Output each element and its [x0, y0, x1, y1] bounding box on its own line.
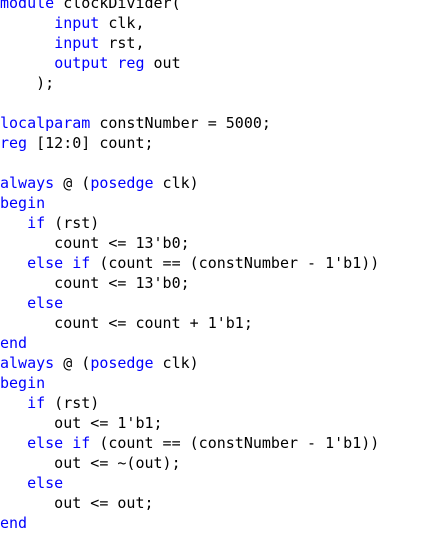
- code-keyword: posedge: [90, 354, 154, 372]
- code-line: else: [0, 473, 379, 493]
- code-text: clk): [153, 174, 199, 192]
- code-line: begin: [0, 373, 379, 393]
- code-line: always @ (posedge clk): [0, 173, 379, 193]
- code-keyword: output: [54, 54, 109, 72]
- code-keyword: else: [27, 474, 64, 492]
- code-keyword: else: [27, 254, 64, 272]
- code-text: [12:0] count;: [27, 134, 154, 152]
- code-text: count <= 13'b0;: [0, 274, 190, 292]
- code-line: output reg out: [0, 53, 379, 73]
- code-block: module clockDivider( input clk, input rs…: [0, 0, 379, 533]
- code-text: clk): [153, 354, 199, 372]
- code-keyword: reg: [117, 54, 145, 72]
- code-line: count <= count + 1'b1;: [0, 313, 379, 333]
- code-line: if (rst): [0, 213, 379, 233]
- code-text: out: [144, 54, 181, 72]
- code-line: else: [0, 293, 379, 313]
- code-text: clockDivider(: [54, 0, 181, 12]
- code-text: rst,: [99, 34, 145, 52]
- code-keyword: module: [0, 0, 55, 12]
- code-line: end: [0, 333, 379, 353]
- code-line: module clockDivider(: [0, 0, 379, 13]
- code-text: (count == (constNumber - 1'b1)): [90, 434, 380, 452]
- code-line: input rst,: [0, 33, 379, 53]
- code-text: count <= count + 1'b1;: [0, 314, 253, 332]
- code-keyword: end: [0, 334, 28, 352]
- code-line: count <= 13'b0;: [0, 273, 379, 293]
- code-line: if (rst): [0, 393, 379, 413]
- code-text: constNumber = 5000;: [90, 114, 271, 132]
- code-line: localparam constNumber = 5000;: [0, 113, 379, 133]
- code-text: (rst): [45, 394, 100, 412]
- code-keyword: else: [27, 434, 64, 452]
- code-keyword: begin: [0, 194, 46, 212]
- code-keyword: if: [72, 254, 91, 272]
- code-line: );: [0, 73, 379, 93]
- code-line: begin: [0, 193, 379, 213]
- code-text: out <= 1'b1;: [0, 414, 163, 432]
- code-text: count <= 13'b0;: [0, 234, 190, 252]
- code-line: out <= out;: [0, 493, 379, 513]
- code-text: clk,: [99, 14, 145, 32]
- code-text: out <= out;: [0, 494, 154, 512]
- code-keyword: posedge: [90, 174, 154, 192]
- code-keyword: input: [54, 14, 100, 32]
- code-line: input clk,: [0, 13, 379, 33]
- code-line: out <= 1'b1;: [0, 413, 379, 433]
- code-text: @ (: [54, 174, 91, 192]
- code-line: out <= ~(out);: [0, 453, 379, 473]
- code-keyword: else: [27, 294, 64, 312]
- code-keyword: if: [72, 434, 91, 452]
- code-keyword: localparam: [0, 114, 91, 132]
- code-line: else if (count == (constNumber - 1'b1)): [0, 433, 379, 453]
- code-keyword: always: [0, 354, 55, 372]
- code-keyword: always: [0, 174, 55, 192]
- code-keyword: end: [0, 514, 28, 532]
- code-text: @ (: [54, 354, 91, 372]
- code-text: (count == (constNumber - 1'b1)): [90, 254, 380, 272]
- code-line: count <= 13'b0;: [0, 233, 379, 253]
- code-line: always @ (posedge clk): [0, 353, 379, 373]
- code-line: else if (count == (constNumber - 1'b1)): [0, 253, 379, 273]
- code-keyword: reg: [0, 134, 28, 152]
- code-text: );: [0, 74, 55, 92]
- code-keyword: if: [27, 394, 46, 412]
- code-keyword: input: [54, 34, 100, 52]
- code-line: end: [0, 513, 379, 533]
- code-keyword: if: [27, 214, 46, 232]
- code-text: (rst): [45, 214, 100, 232]
- code-keyword: begin: [0, 374, 46, 392]
- code-text: out <= ~(out);: [0, 454, 181, 472]
- code-line: reg [12:0] count;: [0, 133, 379, 153]
